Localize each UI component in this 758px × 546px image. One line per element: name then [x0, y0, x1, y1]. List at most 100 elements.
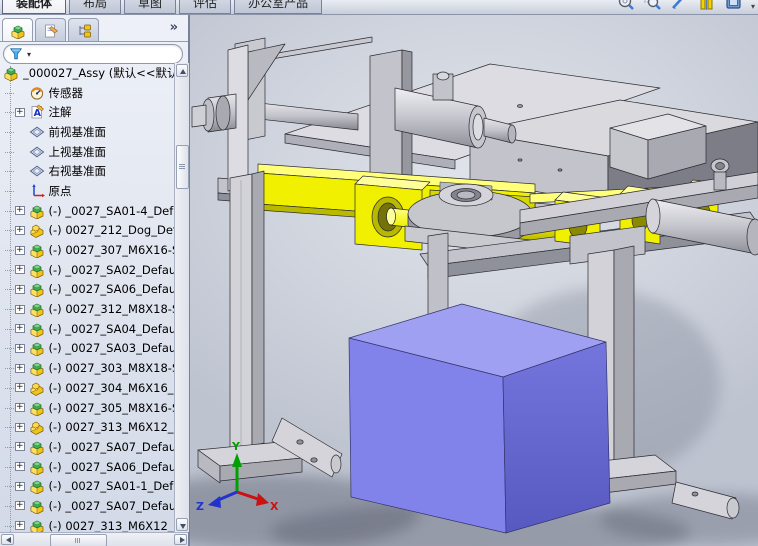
triad-z-label: Z [196, 500, 204, 513]
expander-icon[interactable]: + [15, 225, 25, 235]
tree-item-label: (-) 0027_305_M8X16-SW [48, 400, 174, 415]
tree-item[interactable]: + 传感器 [0, 83, 174, 103]
tree-filter-box[interactable]: ▾ [3, 44, 183, 64]
feature-tree: + _000027_Assy (默认<<默认 + 传感器 + 注解 + 前视基准… [0, 63, 174, 532]
expander-icon[interactable]: + [15, 265, 25, 275]
tree-item[interactable]: + 上视基准面 [0, 142, 174, 162]
expander-icon[interactable]: + [15, 363, 25, 373]
zoom-to-fit-icon[interactable] [616, 0, 636, 12]
plane-icon [29, 163, 45, 179]
display-style-icon[interactable] [724, 0, 744, 12]
tree-item-label: 原点 [48, 183, 72, 198]
expander-icon[interactable]: + [15, 206, 25, 216]
tree-vertical-scrollbar[interactable] [174, 63, 189, 532]
tree-item[interactable]: + (-) _0027_SA01-1_Defau [0, 476, 174, 496]
tree-item[interactable]: + (-) 0027_312_M8X18-SW [0, 299, 174, 319]
ribbon-tab[interactable]: 布局 [69, 0, 122, 14]
expander-icon[interactable]: + [15, 462, 25, 472]
tree-item-label: (-) 0027_303_M8X18-SW [48, 361, 174, 376]
annotations-icon [29, 104, 45, 120]
tree-item[interactable]: + (-) 0027_305_M8X16-SW [0, 398, 174, 418]
assembly-icon [29, 242, 45, 258]
panel-overflow-chevron[interactable]: » [170, 20, 178, 35]
workpiece-box[interactable] [348, 303, 611, 534]
tree-item[interactable]: + (-) 0027_304_M6X16_IS [0, 378, 174, 398]
part-icon [29, 222, 45, 238]
tree-item[interactable]: + (-) 0027_303_M8X18-SW [0, 358, 174, 378]
plane-icon [29, 124, 45, 140]
tree-item[interactable]: + 右视基准面 [0, 161, 174, 181]
assembly-icon [29, 459, 45, 475]
tree-item-label: (-) 0027_307_M6X16-SW [48, 243, 174, 258]
section-view-icon[interactable] [670, 0, 690, 12]
assembly-icon [29, 439, 45, 455]
assembly-icon [29, 340, 45, 356]
tree-horizontal-scrollbar[interactable] [0, 532, 188, 546]
solidworks-window: 装配体布局草图评估办公室产品 ▾ » ▾ + _000027_Assy (默认<… [0, 0, 758, 546]
headsup-toolbar: ▾ [616, 0, 755, 13]
assembly-icon [29, 400, 45, 416]
tree-item[interactable]: + (-) 0027_212_Dog_Defa [0, 221, 174, 241]
filter-dropdown-caret[interactable]: ▾ [27, 50, 31, 59]
expander-icon[interactable]: + [15, 343, 25, 353]
clipping-icon[interactable] [697, 0, 717, 12]
featuremanager-panel: » ▾ + _000027_Assy (默认<<默认 + 传感器 + 注解 + … [0, 14, 190, 546]
headsup-dropdown-caret[interactable]: ▾ [751, 2, 755, 11]
expander-icon[interactable]: + [15, 403, 25, 413]
tree-item[interactable]: + _000027_Assy (默认<<默认 [0, 63, 174, 83]
expander-icon[interactable]: + [15, 521, 25, 531]
expander-icon[interactable]: + [15, 107, 25, 117]
scroll-right-button[interactable] [174, 534, 187, 545]
tree-item[interactable]: + (-) _0027_SA03_Default< [0, 339, 174, 359]
expander-icon[interactable]: + [15, 284, 25, 294]
expander-icon[interactable]: + [15, 422, 25, 432]
tree-item-label: (-) _0027_SA01-1_Defau [48, 479, 174, 494]
scrollbar-thumb[interactable] [50, 534, 107, 546]
tree-item[interactable]: + 原点 [0, 181, 174, 201]
tree-item[interactable]: + (-) _0027_SA07_Default< [0, 496, 174, 516]
ribbon-tab[interactable]: 草图 [124, 0, 177, 14]
tree-item[interactable]: + 注解 [0, 102, 174, 122]
tree-item-label: 注解 [48, 105, 72, 120]
propertymanager-tab[interactable] [35, 18, 66, 42]
tree-item[interactable]: + (-) 0027_307_M6X16-SW [0, 240, 174, 260]
expander-icon[interactable]: + [15, 245, 25, 255]
tree-item-label: (-) _0027_SA03_Default< [48, 341, 174, 356]
ribbon-tab[interactable]: 办公室产品 [234, 0, 323, 14]
tree-item[interactable]: + (-) _0027_SA07_Default< [0, 437, 174, 457]
ribbon-tab-bar: 装配体 布局 草图 评估 办公室产品 [2, 0, 323, 14]
scroll-up-button[interactable] [176, 64, 188, 77]
assembly-icon [29, 518, 45, 532]
assembly-icon [3, 65, 19, 81]
expander-icon[interactable]: + [15, 481, 25, 491]
assembly-model[interactable]: Y X Z [190, 14, 758, 546]
origin-icon [29, 183, 45, 199]
assembly-icon [29, 478, 45, 494]
tree-item-label: (-) 0027_312_M8X18-SW [48, 302, 174, 317]
tree-item[interactable]: + 前视基准面 [0, 122, 174, 142]
tree-item[interactable]: + (-) _0027_SA02_Default< [0, 260, 174, 280]
ribbon-tab[interactable]: 评估 [179, 0, 232, 14]
expander-icon[interactable]: + [15, 442, 25, 452]
expander-icon[interactable]: + [15, 304, 25, 314]
ribbon-tab[interactable]: 装配体 [2, 0, 67, 14]
expander-icon[interactable]: + [15, 324, 25, 334]
tree-item[interactable]: + (-) _0027_SA06_Default< [0, 280, 174, 300]
configurationmanager-tab[interactable] [68, 18, 99, 42]
tree-item[interactable]: + (-) 0027_313_M6X12_IS [0, 516, 174, 532]
graphics-viewport[interactable]: Y X Z [190, 14, 758, 546]
featuremanager-tab[interactable] [2, 18, 33, 42]
tree-item[interactable]: + (-) 0027_313_M6X12_IS [0, 417, 174, 437]
zoom-to-area-icon[interactable] [643, 0, 663, 12]
tree-item[interactable]: + (-) _0027_SA01-4_Defau [0, 201, 174, 221]
scroll-down-button[interactable] [176, 518, 188, 531]
tree-item[interactable]: + (-) _0027_SA04_Default< [0, 319, 174, 339]
scroll-left-button[interactable] [1, 534, 14, 545]
expander-icon[interactable]: + [15, 383, 25, 393]
assembly-icon [29, 301, 45, 317]
tree-item-label: 上视基准面 [48, 144, 107, 159]
tree-item[interactable]: + (-) _0027_SA06_Default< [0, 457, 174, 477]
part-icon [29, 419, 45, 435]
expander-icon[interactable]: + [15, 501, 25, 511]
scrollbar-thumb[interactable] [176, 145, 189, 189]
